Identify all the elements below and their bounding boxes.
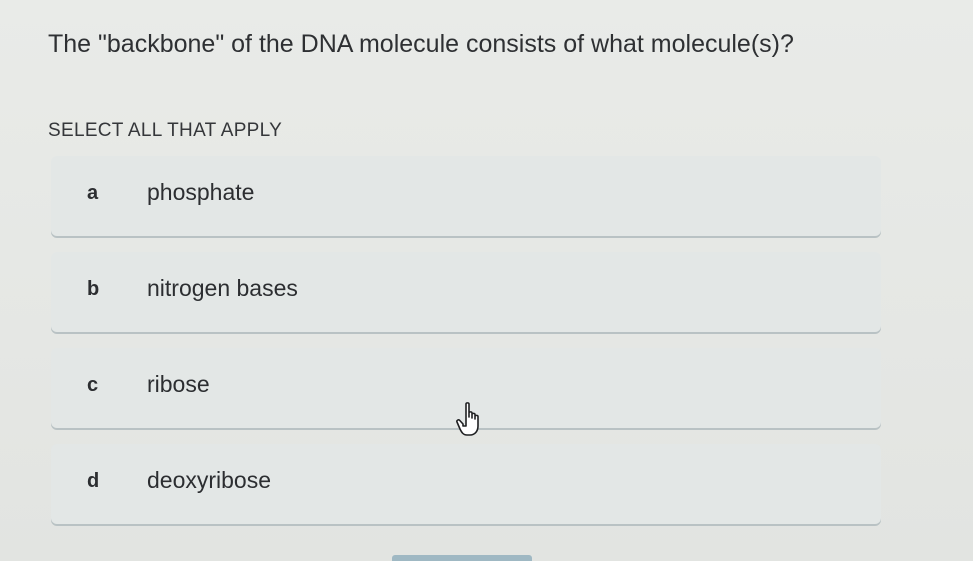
answer-option-a[interactable]: a phosphate — [51, 156, 881, 236]
option-label: nitrogen bases — [147, 275, 298, 301]
option-letter: a — [87, 182, 99, 204]
answer-option-b[interactable]: b nitrogen bases — [51, 252, 881, 332]
option-label: ribose — [147, 371, 210, 397]
option-label: deoxyribose — [147, 467, 272, 493]
option-letter: c — [87, 374, 99, 396]
hand-pointer-icon — [452, 400, 492, 440]
question-text: The "backbone" of the DNA molecule consi… — [48, 30, 794, 58]
submit-button-edge[interactable] — [392, 555, 532, 561]
select-all-instruction: SELECT ALL THAT APPLY — [48, 120, 283, 141]
answer-options: a phosphate b nitrogen bases c ribose d … — [51, 156, 881, 540]
option-letter: d — [87, 470, 100, 492]
option-label: phosphate — [147, 179, 255, 205]
option-letter: b — [87, 278, 100, 300]
quiz-page: The "backbone" of the DNA molecule consi… — [0, 0, 973, 561]
answer-option-d[interactable]: d deoxyribose — [51, 444, 881, 524]
